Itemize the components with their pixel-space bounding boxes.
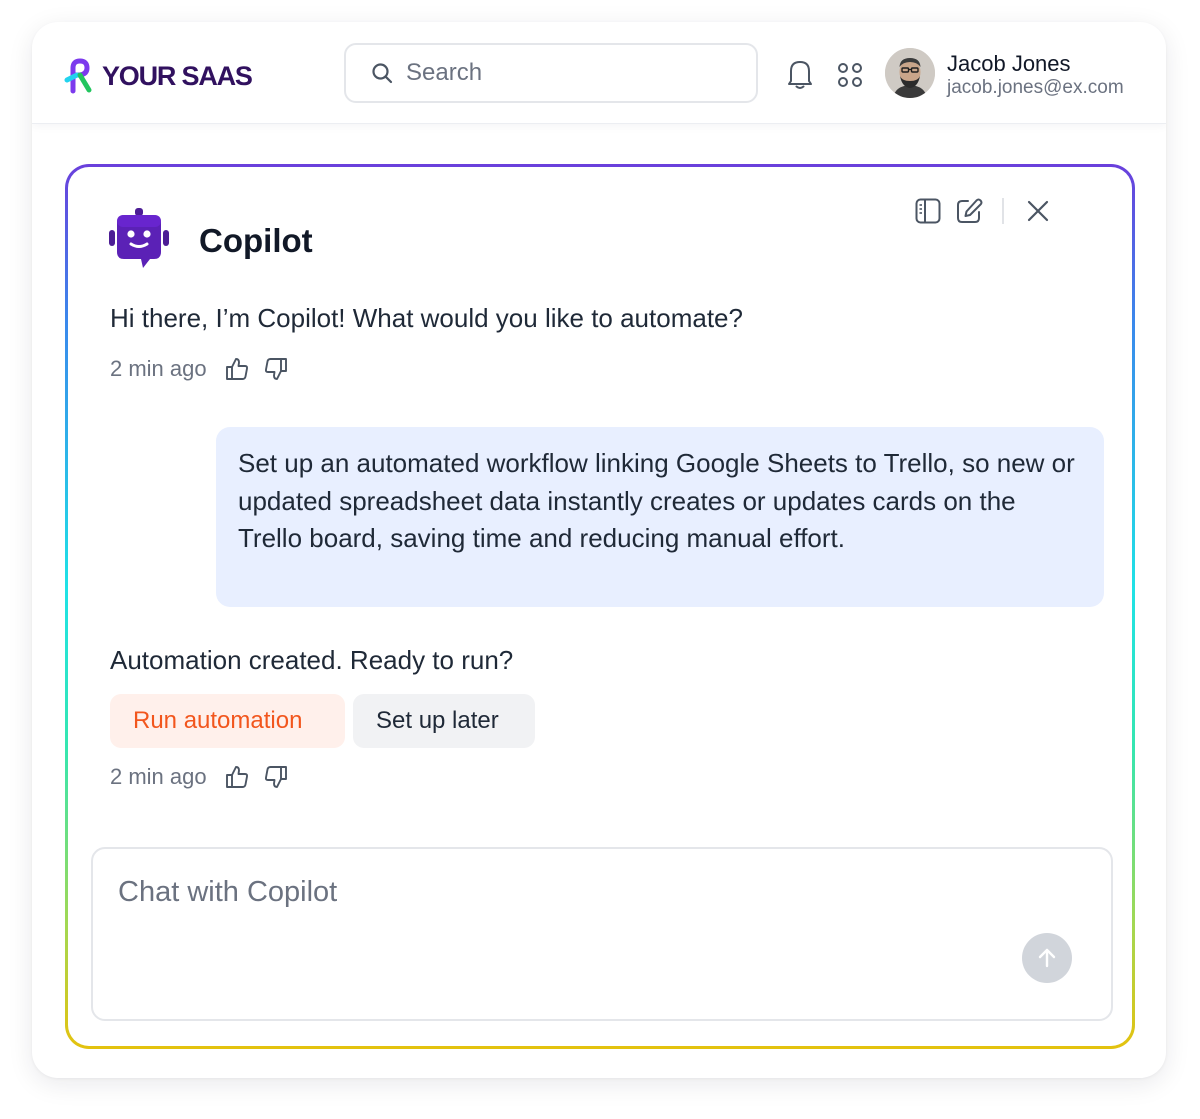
bell-icon[interactable] xyxy=(786,58,814,90)
toggle-sidebar-button[interactable] xyxy=(911,194,945,228)
thumbs-down-button[interactable] xyxy=(263,764,289,790)
copilot-bot-icon xyxy=(109,208,169,268)
toolbar-divider xyxy=(1002,198,1004,224)
brand-logo[interactable]: YOUR SAAS xyxy=(64,56,253,96)
thumbs-down-icon xyxy=(264,358,287,380)
panel-title: Copilot xyxy=(199,222,313,259)
new-chat-button[interactable] xyxy=(952,194,986,228)
message-meta: 2 min ago xyxy=(110,762,302,792)
copilot-panel: Copilot Hi there, I’m Copilot! What woul… xyxy=(68,167,1132,1046)
sidebar-toggle-icon xyxy=(915,198,941,224)
search-box[interactable] xyxy=(344,43,758,103)
edit-icon xyxy=(957,198,983,223)
close-icon xyxy=(1027,200,1049,222)
brand-name: YOUR SAAS xyxy=(102,60,253,91)
assistant-message-greeting: Hi there, I’m Copilot! What would you li… xyxy=(110,303,743,333)
thumbs-down-button[interactable] xyxy=(263,356,289,382)
apps-grid-icon[interactable] xyxy=(836,61,864,89)
run-automation-button[interactable]: Run automation xyxy=(110,694,345,748)
message-meta: 2 min ago xyxy=(110,354,302,384)
logo-mark-icon xyxy=(64,58,92,94)
close-panel-button[interactable] xyxy=(1021,194,1055,228)
chat-input[interactable] xyxy=(118,876,998,936)
message-timestamp: 2 min ago xyxy=(110,764,207,789)
avatar-image xyxy=(885,48,935,98)
user-name: Jacob Jones xyxy=(947,51,1071,76)
arrow-up-icon xyxy=(1038,948,1056,968)
search-input[interactable] xyxy=(406,59,736,87)
user-email: jacob.jones@ex.com xyxy=(947,77,1124,98)
copilot-panel-border: Copilot Hi there, I’m Copilot! What woul… xyxy=(65,164,1135,1049)
top-header: YOUR SAAS Search Jacob Jones jacob.jones… xyxy=(32,22,1166,124)
thumbs-up-icon xyxy=(225,358,248,380)
message-timestamp: 2 min ago xyxy=(110,356,207,381)
assistant-message-status: Automation created. Ready to run? xyxy=(110,645,514,675)
user-message-bubble: Set up an automated workflow linking Goo… xyxy=(216,427,1104,607)
thumbs-down-icon xyxy=(264,766,287,788)
thumbs-up-button[interactable] xyxy=(224,356,250,382)
search-icon xyxy=(372,63,393,84)
thumbs-up-icon xyxy=(225,766,248,788)
chat-composer xyxy=(91,847,1113,1021)
app-window: YOUR SAAS Search Jacob Jones jacob.jones… xyxy=(32,22,1166,1078)
user-avatar[interactable] xyxy=(885,48,935,98)
user-message-text: Set up an automated workflow linking Goo… xyxy=(238,448,1075,553)
send-button[interactable] xyxy=(1022,933,1072,983)
thumbs-up-button[interactable] xyxy=(224,764,250,790)
set-up-later-button[interactable]: Set up later xyxy=(353,694,535,748)
